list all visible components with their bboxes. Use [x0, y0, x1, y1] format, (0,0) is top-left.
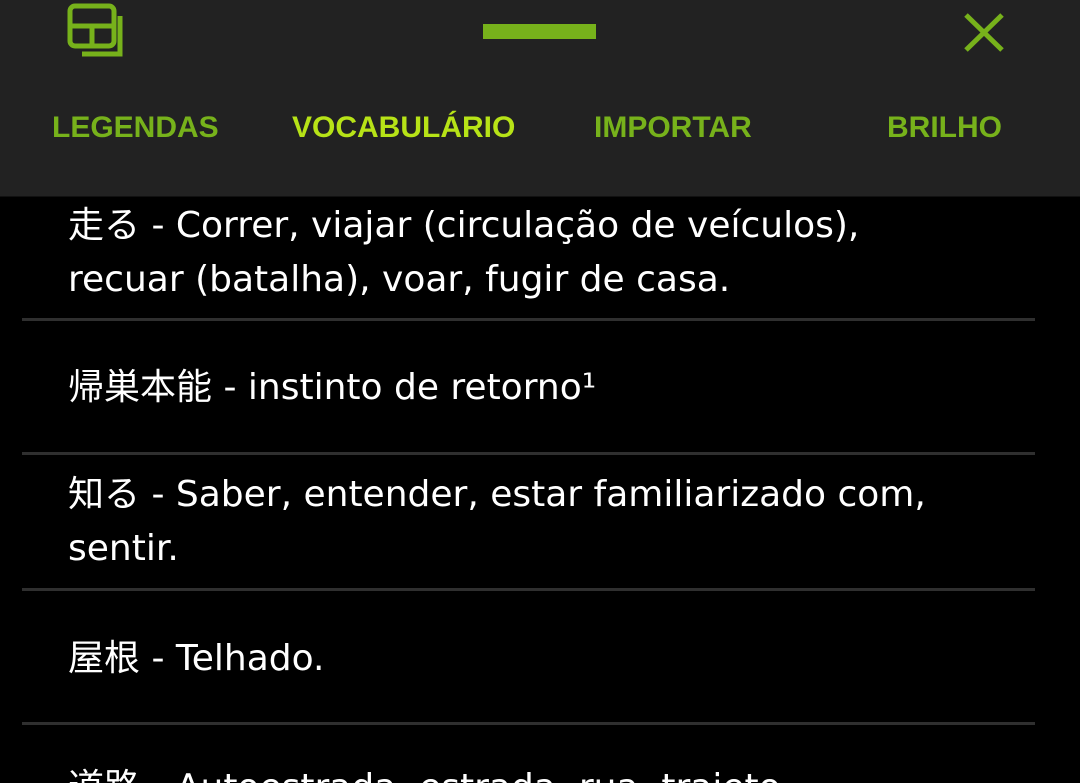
vocabulary-list[interactable]: 走る - Correr, viajar (circulação de veícu… [0, 196, 1080, 783]
layout-button[interactable] [62, 2, 130, 64]
layout-window-icon [67, 3, 123, 57]
drag-handle-icon [483, 24, 596, 39]
vocab-entry-line: 帰巣本能 - instinto de retorno¹ [68, 367, 597, 408]
header-divider [0, 196, 1080, 197]
vocab-entry-line: 走る - Correr, viajar (circulação de veícu… [68, 205, 860, 246]
list-divider [22, 588, 1035, 591]
tab-legendas[interactable]: LEGENDAS [52, 100, 219, 156]
vocab-entry-line: sentir. [68, 528, 179, 569]
tab-vocabulario[interactable]: VOCABULÁRIO [292, 100, 515, 156]
vocab-entry[interactable]: 屋根 - Telhado. [68, 632, 1028, 686]
tab-bar: LEGENDAS VOCABULÁRIO IMPORTAR BRILHO [0, 100, 1080, 156]
list-divider [22, 452, 1035, 455]
top-toolbar: LEGENDAS VOCABULÁRIO IMPORTAR BRILHO [0, 0, 1080, 196]
tab-importar[interactable]: IMPORTAR [594, 100, 752, 156]
vocab-entry[interactable]: 帰巣本能 - instinto de retorno¹ [68, 361, 1028, 415]
close-icon [964, 13, 1004, 52]
vocab-entry[interactable]: 走る - Correr, viajar (circulação de veícu… [68, 199, 1028, 307]
vocab-entry[interactable]: 知る - Saber, entender, estar familiarizad… [68, 468, 1028, 576]
vocab-entry-line: 道路 - Autoestrada, estrada, rua, trajeto. [68, 761, 1028, 783]
list-divider [22, 722, 1035, 725]
close-button[interactable] [954, 4, 1014, 62]
vocab-entry-line: recuar (batalha), voar, fugir de casa. [68, 259, 731, 300]
drag-handle[interactable] [478, 16, 602, 48]
vocab-entry-line: 知る - Saber, entender, estar familiarizad… [68, 474, 926, 515]
vocab-entry[interactable]: 道路 - Autoestrada, estrada, rua, trajeto. [68, 761, 1028, 783]
tab-brilho[interactable]: BRILHO [887, 100, 1002, 156]
vocab-entry-line: 屋根 - Telhado. [68, 638, 325, 679]
list-divider [22, 318, 1035, 321]
